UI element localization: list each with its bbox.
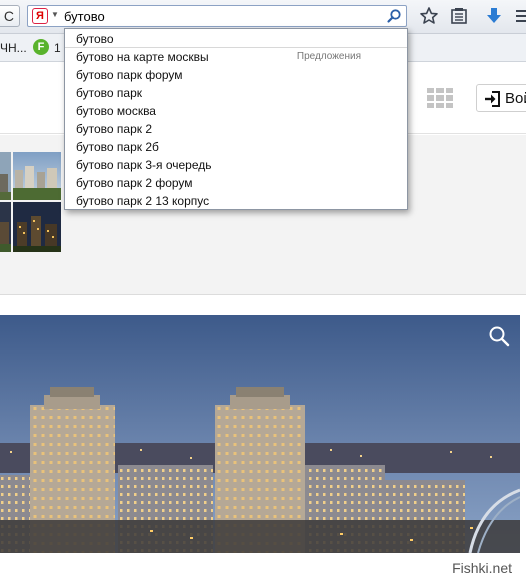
suggestion-item[interactable]: бутово парк 2 форум [65,174,407,192]
zoom-icon[interactable] [488,325,510,347]
section-divider [0,294,526,295]
search-icon[interactable] [386,8,402,24]
browser-window: C Я ▼ бутово ЧН... F 1 Во Fishki.net бут… [0,0,526,582]
suggestion-item[interactable]: бутово парк форум [65,66,407,84]
image-thumbnail[interactable] [13,152,61,200]
bookmark-favicon-icon[interactable]: F [33,39,49,55]
suggestions-section-label: Предложения [296,51,361,62]
login-button[interactable]: Вой [476,84,526,112]
suggestion-item[interactable]: бутово парк [65,84,407,102]
yandex-logo-icon[interactable]: Я [32,8,48,24]
suggestion-item[interactable]: бутово [65,30,407,48]
bookmark-item[interactable]: ЧН... [0,41,27,55]
menu-icon[interactable] [514,6,526,26]
bookmarks-list-icon[interactable] [449,6,469,26]
suggestion-item[interactable]: бутово парк 2б [65,138,407,156]
suggestion-item[interactable]: бутово парк 3-я очередь [65,156,407,174]
search-suggestions-dropdown: бутово бутово на карте москвы Предложени… [64,28,408,210]
download-icon[interactable] [484,6,504,26]
suggestion-item[interactable]: бутово парк 2 [65,120,407,138]
chevron-down-icon[interactable]: ▼ [51,10,59,19]
main-image[interactable] [0,315,520,553]
city-night-photo [0,315,520,553]
image-thumbnail[interactable] [0,202,11,252]
suggestion-item[interactable]: бутово на карте москвы Предложения [65,48,407,66]
login-label: Вой [505,90,526,107]
search-input[interactable] [64,7,384,25]
star-icon[interactable] [419,6,439,26]
suggestion-item[interactable]: бутово парк 2 13 корпус [65,192,407,210]
apps-grid-icon[interactable] [427,88,453,108]
login-icon [485,91,500,107]
watermark: Fishki.net [452,560,512,576]
address-bar[interactable]: Я ▼ [27,5,407,27]
bookmark-item-2[interactable]: 1 [54,41,61,55]
image-thumbnail[interactable] [0,152,11,200]
reload-button[interactable]: C [0,5,20,27]
image-thumbnail[interactable] [13,202,61,252]
suggestion-item[interactable]: бутово москва [65,102,407,120]
